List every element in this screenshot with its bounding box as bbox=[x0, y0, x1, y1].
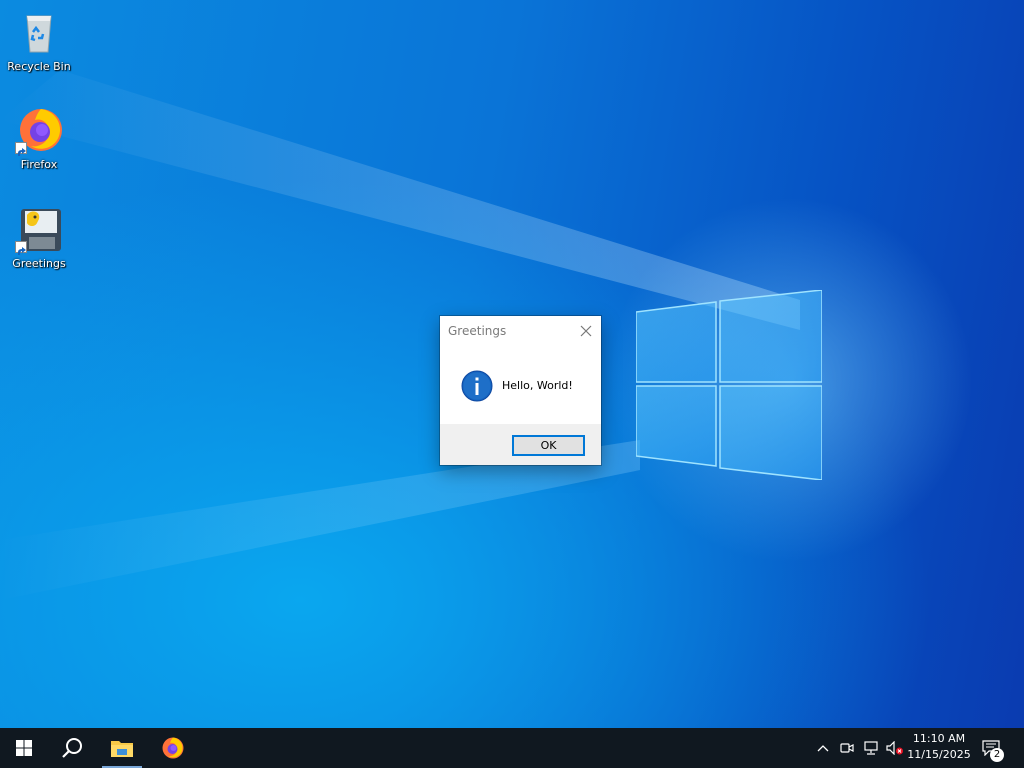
ok-button-label: OK bbox=[540, 439, 557, 452]
start-button[interactable] bbox=[0, 728, 48, 768]
taskbar-clock[interactable]: 11:10 AM 11/15/2025 bbox=[904, 731, 974, 765]
desktop-icon-firefox[interactable]: Firefox bbox=[2, 106, 76, 186]
meet-now-icon bbox=[840, 743, 854, 753]
firefox-icon bbox=[15, 106, 63, 156]
show-hidden-icons-button[interactable] bbox=[812, 728, 834, 768]
clock-date: 11/15/2025 bbox=[907, 748, 971, 761]
close-icon bbox=[580, 325, 592, 337]
search-button[interactable] bbox=[48, 728, 96, 768]
network-icon bbox=[864, 741, 878, 755]
shortcut-arrow-icon bbox=[15, 142, 27, 156]
dialog-close-button[interactable] bbox=[571, 316, 601, 346]
file-explorer-icon bbox=[111, 741, 133, 757]
windows-start-icon bbox=[16, 740, 32, 756]
notification-count-badge: 2 bbox=[990, 748, 1004, 762]
desktop-icon-recycle-bin[interactable]: Recycle Bin bbox=[2, 8, 76, 88]
network-button[interactable] bbox=[860, 728, 882, 768]
info-icon bbox=[461, 370, 493, 402]
dialog-title: Greetings bbox=[448, 324, 507, 338]
dialog-footer: OK bbox=[440, 424, 601, 465]
windows-logo-wallpaper bbox=[636, 290, 822, 480]
dialog-message: Hello, World! bbox=[502, 379, 573, 392]
greetings-app-icon bbox=[15, 205, 63, 255]
firefox-icon bbox=[162, 737, 184, 759]
desktop-icon-label: Recycle Bin bbox=[7, 60, 71, 73]
ok-button[interactable]: OK bbox=[512, 435, 585, 456]
greetings-dialog: Greetings Hello, World! OK bbox=[440, 316, 601, 465]
desktop-icon-label: Firefox bbox=[20, 158, 58, 171]
desktop-icon-greetings[interactable]: Greetings bbox=[2, 205, 76, 285]
volume-muted-icon bbox=[886, 741, 903, 755]
taskbar: 11:10 AM 11/15/2025 2 bbox=[0, 728, 1024, 768]
volume-button[interactable] bbox=[884, 728, 906, 768]
chevron-up-icon bbox=[817, 745, 829, 752]
meet-now-button[interactable] bbox=[836, 728, 858, 768]
recycle-bin-icon bbox=[15, 8, 63, 56]
desktop-icon-label: Greetings bbox=[12, 257, 66, 270]
dialog-titlebar[interactable]: Greetings bbox=[440, 316, 601, 346]
clock-time: 11:10 AM bbox=[912, 732, 966, 745]
desktop: Recycle Bin Firefox Greetings Greetings … bbox=[0, 0, 1024, 728]
notification-center-button[interactable]: 2 bbox=[978, 728, 1010, 768]
shortcut-arrow-icon bbox=[15, 241, 27, 255]
taskbar-file-explorer[interactable] bbox=[98, 728, 146, 768]
search-icon bbox=[62, 738, 82, 758]
taskbar-firefox[interactable] bbox=[148, 728, 196, 768]
